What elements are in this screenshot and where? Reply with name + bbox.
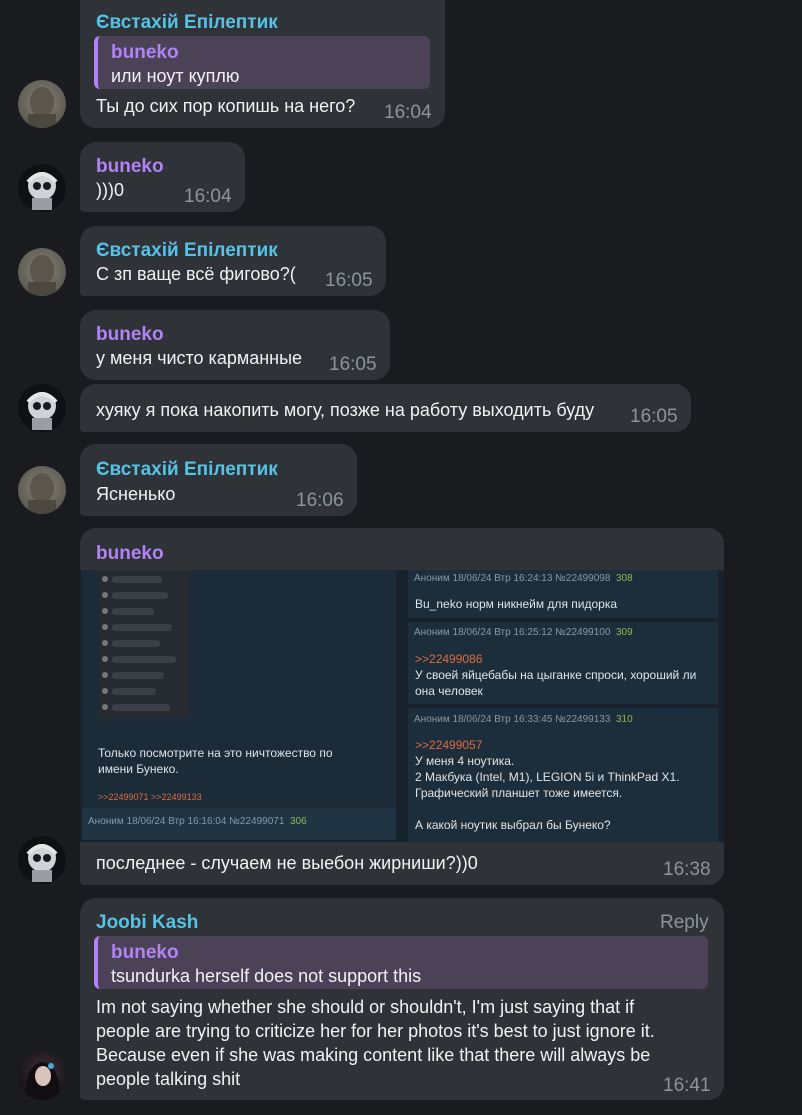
message-text: Ясненько [96, 484, 176, 504]
message-text: )))0 [96, 180, 124, 200]
avatar-doll-icon [26, 844, 58, 882]
user-avatar[interactable] [18, 384, 66, 432]
avatar-photo-icon [28, 255, 56, 296]
user-avatar[interactable] [18, 836, 66, 884]
message-text: у меня чисто карманные [96, 348, 303, 368]
post-meta: Аноним 18/06/24 Втр 16:25:12 №22499100 3… [414, 627, 633, 638]
message-bubble[interactable]: Євстахій Епілептик Ясненько 16:06 [80, 444, 357, 516]
post-number: 310 [615, 714, 633, 725]
post-meta: Аноним 18/06/24 Втр 16:24:13 №22499098 3… [414, 573, 633, 584]
message-bubble[interactable]: Євстахій Епілептик С зп ваще всё фигово?… [80, 226, 386, 296]
message-text: хуяку я пока накопить могу, позже на раб… [96, 400, 595, 420]
message-time: 16:38 [663, 859, 711, 880]
message-text-line: people talking shit [96, 1069, 241, 1089]
reply-button[interactable]: Reply [660, 912, 709, 934]
user-avatar[interactable] [18, 248, 66, 296]
avatar-doll-icon [26, 392, 58, 430]
message-bubble[interactable]: Joobi Kash Reply buneko tsundurka hersel… [80, 898, 724, 1100]
sender-name[interactable]: Joobi Kash [96, 912, 198, 934]
forum-post: Аноним 18/06/24 Втр 16:33:45 №22499133 3… [408, 708, 718, 842]
post-text: Bu_neko норм никнейм для пидорка [415, 597, 618, 611]
post-footer: Аноним 18/06/24 Втр 16:16:04 №22499071 3… [82, 808, 396, 840]
message-text-line: Because even if she was making content l… [96, 1045, 651, 1065]
post-ref-link[interactable]: >>22499057 [415, 738, 482, 752]
message-time: 16:06 [296, 490, 344, 511]
post-number: 308 [615, 573, 633, 584]
message-bubble[interactable]: хуяку я пока накопить могу, позже на раб… [80, 384, 691, 432]
mini-chat-thumbnail [98, 570, 190, 718]
post-meta: Аноним 18/06/24 Втр 16:33:45 №22499133 3… [414, 714, 633, 725]
post-ref-link[interactable]: >>22499086 [415, 652, 482, 666]
post-refs: >>22499071 >>22499133 [98, 792, 202, 802]
forum-post: Только посмотрите на это ничтожество по … [82, 570, 396, 840]
post-text: она человек [415, 684, 483, 698]
avatar-photo-icon [28, 87, 56, 128]
user-avatar[interactable] [18, 1052, 66, 1100]
message-bubble[interactable]: Євстахій Епілептик buneko или ноут куплю… [80, 0, 445, 128]
message-time: 16:05 [329, 354, 377, 375]
message-bubble[interactable]: buneko )))0 16:04 [80, 142, 245, 212]
reply-text: или ноут куплю [111, 66, 240, 86]
sender-name[interactable]: buneko [96, 324, 164, 346]
forum-post: Аноним 18/06/24 Втр 16:25:12 №22499100 3… [408, 622, 718, 704]
message-time: 16:05 [630, 406, 678, 427]
message-text: Ты до сих пор копишь на него? [96, 96, 356, 116]
post-number: 309 [615, 627, 633, 638]
post-text: А какой ноутик выбрал бы Бунеко? [415, 818, 611, 832]
reply-author: buneko [111, 942, 179, 963]
message-time: 16:04 [184, 186, 232, 207]
sender-name[interactable]: buneko [96, 543, 164, 565]
user-avatar[interactable] [18, 164, 66, 212]
message-text-line: Im not saying whether she should or shou… [96, 997, 635, 1017]
sender-name[interactable]: Євстахій Епілептик [96, 459, 278, 481]
message-text: С зп ваще всё фигово?( [96, 264, 296, 284]
forum-post: Аноним 18/06/24 Втр 16:24:13 №22499098 3… [408, 570, 718, 618]
attached-screenshot[interactable]: Только посмотрите на это ничтожество по … [80, 570, 724, 842]
message-text: последнее - случаем не выебон жирниши?))… [96, 853, 478, 873]
sender-name[interactable]: Євстахій Епілептик [96, 240, 278, 262]
post-text: 2 Макбука (Intel, M1), LEGION 5i и Think… [415, 770, 680, 784]
reply-quote[interactable]: buneko tsundurka herself does not suppor… [94, 936, 708, 989]
sender-name[interactable]: buneko [96, 156, 164, 178]
reply-quote[interactable]: buneko или ноут куплю [94, 36, 430, 89]
post-number: 306 [289, 816, 307, 827]
reply-text: tsundurka herself does not support this [111, 966, 422, 986]
message-time: 16:41 [663, 1075, 711, 1096]
message-time: 16:04 [384, 102, 432, 123]
post-text: Только посмотрите на это ничтожество по [98, 746, 333, 760]
message-bubble[interactable]: buneko Только посмотрите на это ничтожес… [80, 528, 724, 885]
post-text: У своей яйцебабы на цыганке спроси, хоро… [415, 668, 697, 682]
user-avatar[interactable] [18, 80, 66, 128]
sender-name[interactable]: Євстахій Епілептик [96, 12, 278, 34]
post-text: Графический планшет тоже имеется. [415, 786, 623, 800]
post-meta: Аноним 18/06/24 Втр 16:16:04 №22499071 3… [88, 816, 307, 827]
post-text: имени Бунеко. [98, 762, 179, 776]
post-text: У меня 4 ноутика. [415, 754, 515, 768]
avatar-doll-icon [26, 172, 58, 210]
message-bubble[interactable]: buneko у меня чисто карманные 16:05 [80, 310, 390, 380]
message-text-line: people are trying to criticize her for h… [96, 1021, 655, 1041]
avatar-photo-icon [25, 1062, 60, 1100]
reply-author: buneko [111, 42, 179, 63]
message-time: 16:05 [325, 270, 373, 291]
user-avatar[interactable] [18, 466, 66, 514]
avatar-photo-icon [28, 473, 56, 514]
